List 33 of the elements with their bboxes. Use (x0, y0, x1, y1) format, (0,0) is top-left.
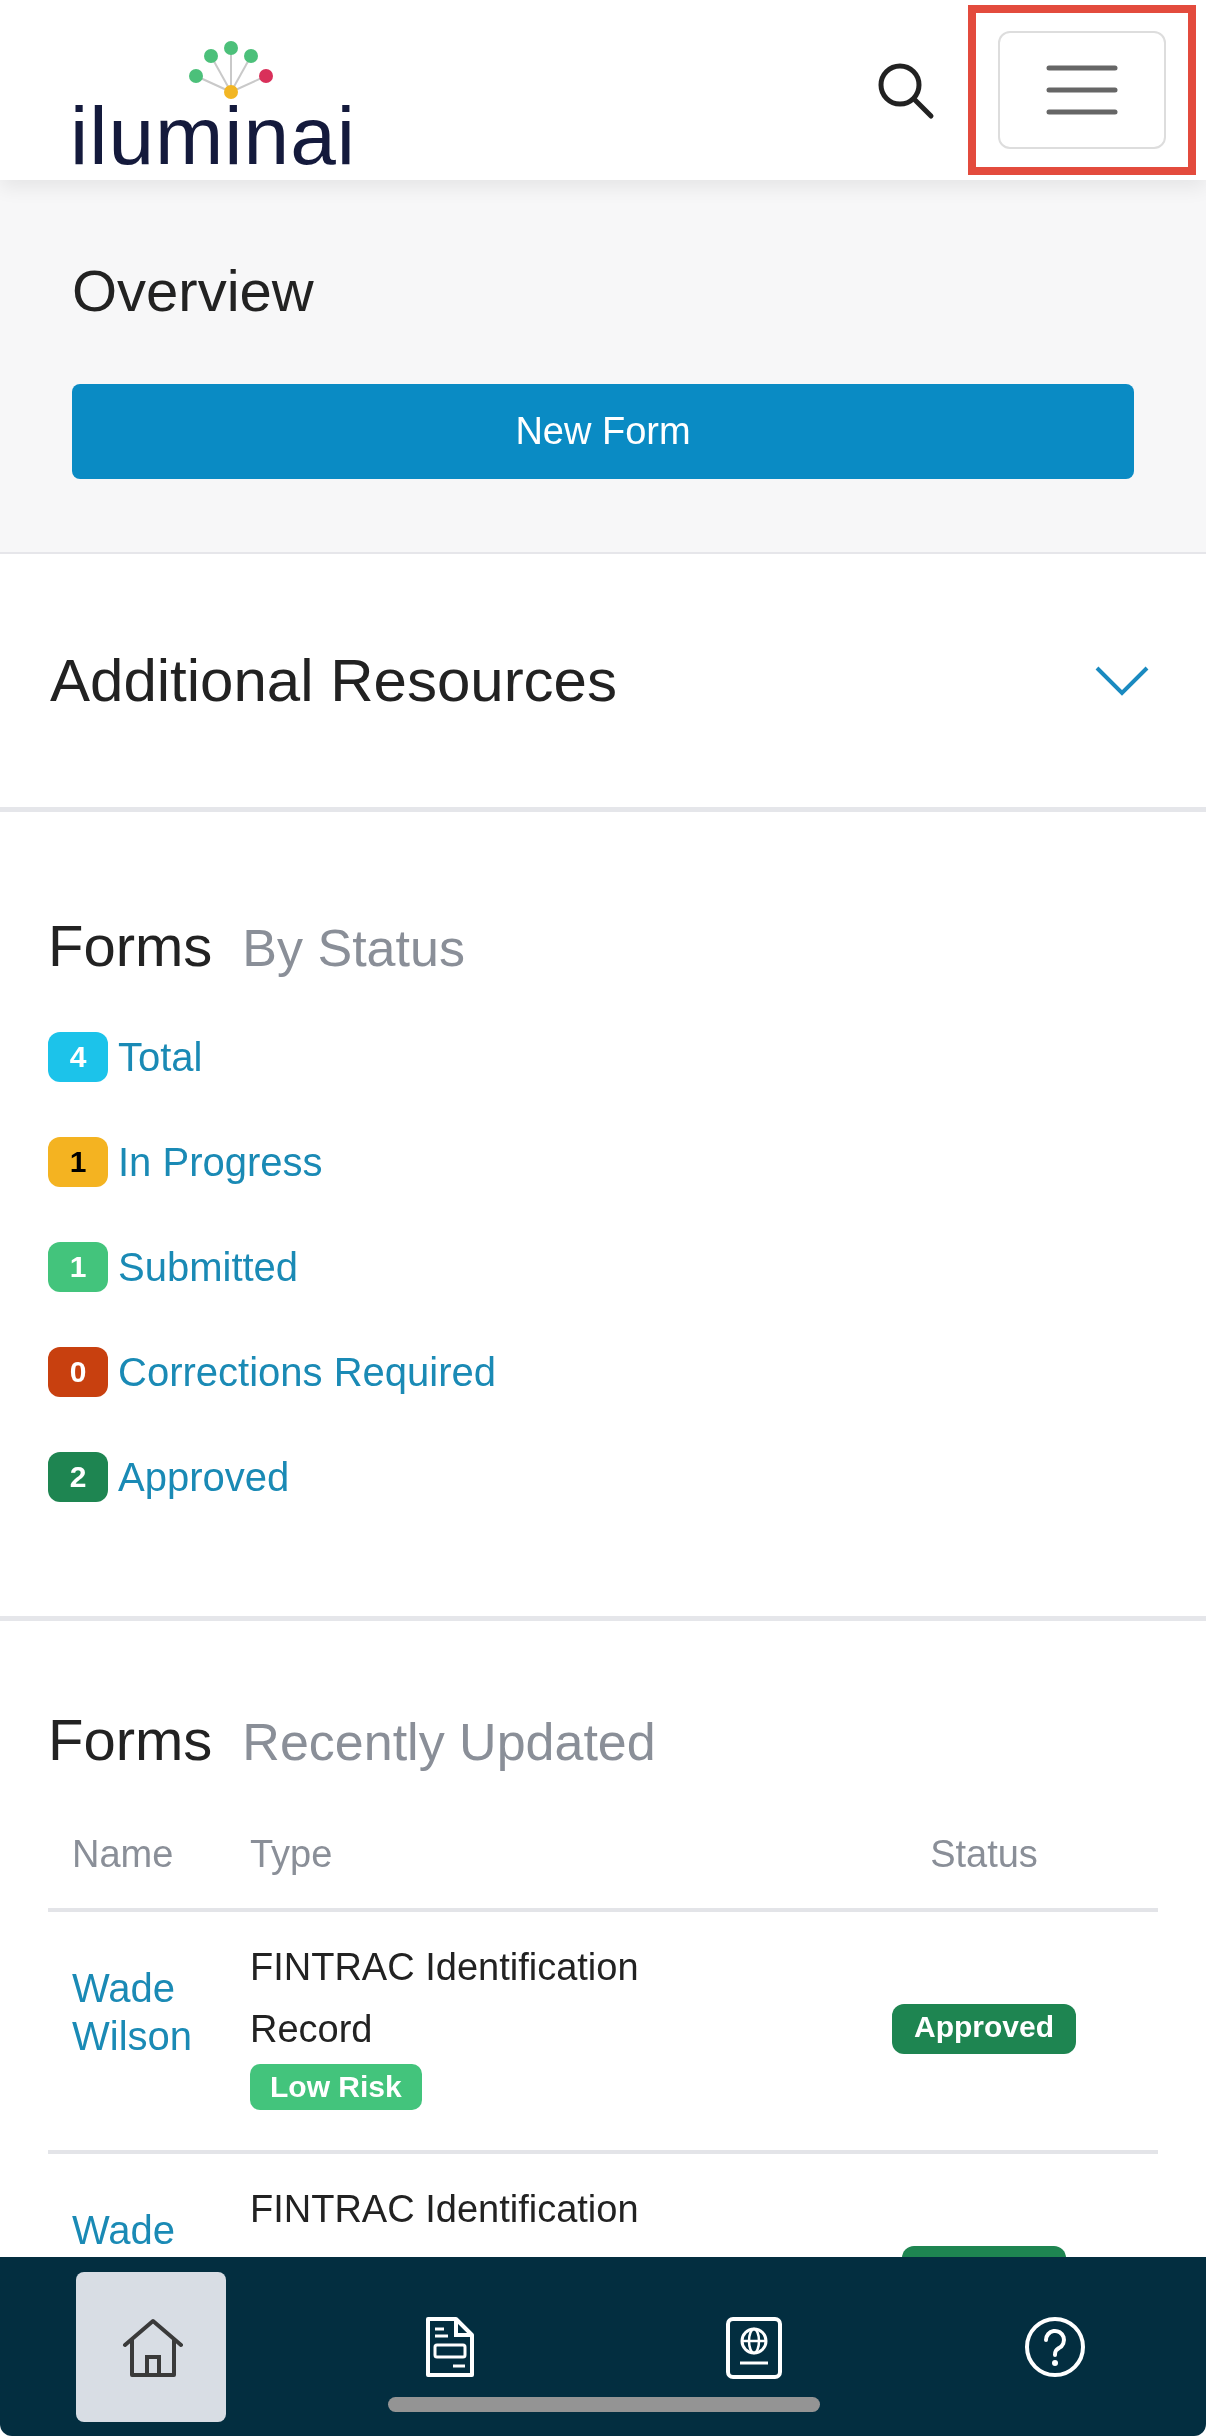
section-subtitle: Recently Updated (242, 1712, 656, 1772)
name-link[interactable]: Wade (72, 2206, 175, 2254)
column-header: Status (930, 1833, 1038, 1876)
nav-tab[interactable] (75, 2272, 226, 2422)
status-link[interactable]: Submitted (118, 1244, 299, 1290)
name-link[interactable]: Wade Wilson (72, 1964, 250, 2060)
section-subtitle: By Status (242, 918, 465, 978)
menu-button[interactable] (998, 31, 1166, 149)
resources-header[interactable]: Additional Resources (0, 554, 1206, 812)
status-link[interactable]: Corrections Required (118, 1349, 496, 1395)
count-badge: 1 (48, 1242, 108, 1292)
count-badge: 0 (48, 1347, 108, 1397)
section-title: Overview (72, 257, 315, 325)
count-badge: 2 (48, 1452, 108, 1502)
status-link[interactable]: Total (118, 1034, 203, 1080)
count-badge: 4 (48, 1032, 108, 1082)
section-title: Forms (48, 1706, 213, 1773)
type-text: FINTRAC Identification (250, 2187, 639, 2232)
column-header: Type (250, 1833, 333, 1876)
status-badge: Approved (892, 2004, 1076, 2054)
column-header: Name (72, 1833, 174, 1876)
type-text: FINTRAC Identification Record (250, 1945, 640, 2052)
menu-icon (1046, 64, 1118, 116)
count-badge: 1 (48, 1137, 108, 1187)
help-icon (1023, 2315, 1088, 2379)
risk-badge: Low Risk (250, 2064, 422, 2110)
chevron-icon (1094, 664, 1150, 697)
status-link[interactable]: Approved (118, 1454, 290, 1500)
status-link[interactable]: In Progress (118, 1139, 323, 1185)
new-form-button[interactable]: New Form (72, 384, 1134, 479)
section-title: Forms (48, 912, 213, 979)
logo-text: iluminai (70, 102, 356, 170)
section-title: Additional Resources (50, 646, 617, 715)
